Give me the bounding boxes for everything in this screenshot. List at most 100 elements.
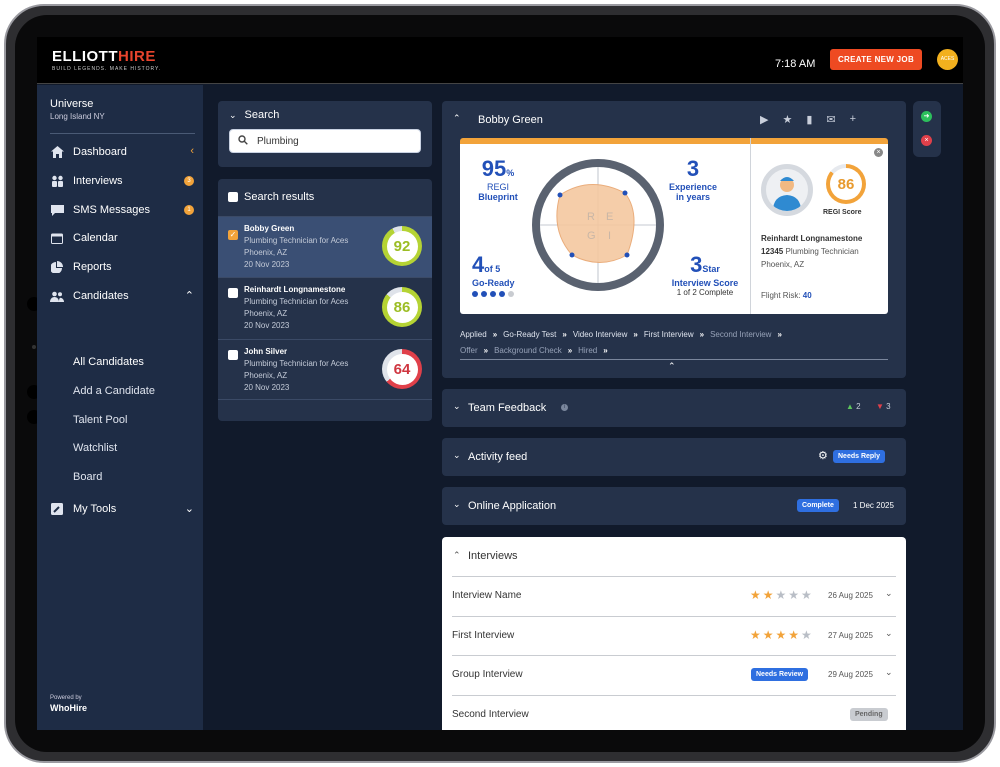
- collapse-icon[interactable]: ⌃: [668, 361, 676, 372]
- nav-calendar[interactable]: Calendar: [50, 228, 190, 248]
- chevron-down-icon[interactable]: ⌄: [885, 628, 893, 639]
- play-icon[interactable]: ▶: [760, 113, 768, 126]
- team-feedback-card[interactable]: ⌄ Team Feedback i ▲ 2 ▼ 3: [442, 389, 906, 427]
- score-ring: 64: [382, 349, 422, 389]
- online-application-card[interactable]: ⌄ Online Application Complete 1 Dec 2025: [442, 487, 906, 525]
- nav-reports[interactable]: Reports: [50, 257, 190, 277]
- org-location: Long Island NY: [50, 112, 105, 121]
- mail-icon[interactable]: ✉: [826, 113, 835, 126]
- reference-role-text: Plumbing Technician: [785, 247, 859, 256]
- chevron-up-icon[interactable]: ⌃: [453, 550, 461, 561]
- create-job-button[interactable]: CREATE NEW JOB: [830, 49, 922, 70]
- gear-icon[interactable]: ⚙: [818, 449, 828, 462]
- progress-dot: [508, 291, 514, 297]
- nav-my-tools[interactable]: My Tools ⌄: [50, 499, 194, 519]
- radar-letter: E: [606, 211, 613, 223]
- stage[interactable]: Applied: [460, 330, 487, 339]
- interviews-title: Interviews: [468, 550, 518, 562]
- regi-score-ring: 86: [826, 164, 866, 204]
- action-rail: ➜ ×: [913, 101, 941, 157]
- experience-label-2: in years: [675, 192, 711, 202]
- star-label: Interview Score: [671, 278, 739, 288]
- nav-sms[interactable]: SMS Messages 1: [50, 200, 194, 220]
- nav-label: Reports: [73, 261, 112, 273]
- avatar: [761, 164, 813, 216]
- progress-dot: [481, 291, 487, 297]
- star-sub: 1 of 2 Complete: [676, 288, 734, 297]
- goready-label: Go-Ready: [472, 278, 515, 288]
- stage[interactable]: Background Check: [494, 346, 562, 355]
- regi-score-value: 86: [830, 168, 862, 200]
- phone-icon[interactable]: ▮: [806, 113, 812, 126]
- radar-point: [622, 190, 628, 196]
- status-badge: Needs Review: [751, 668, 809, 681]
- radar-letter: R: [587, 211, 595, 223]
- interview-name: Second Interview: [452, 709, 529, 720]
- subnav-add-candidate[interactable]: Add a Candidate: [73, 385, 155, 397]
- nav-candidates[interactable]: Candidates ⌃: [50, 286, 194, 306]
- chevron-down-icon: ⌄: [453, 450, 461, 460]
- nav-interviews[interactable]: Interviews 3: [50, 171, 194, 191]
- nav-dashboard[interactable]: Dashboard ‹: [50, 142, 194, 162]
- info-icon[interactable]: i: [561, 404, 568, 411]
- search-panel: ⌄ Search Plumbing: [218, 101, 432, 167]
- subnav-watchlist[interactable]: Watchlist: [73, 442, 117, 454]
- star-rating[interactable]: ★★★★★: [750, 628, 814, 642]
- stage[interactable]: Offer: [460, 346, 478, 355]
- top-bar: ELLIOTTHIRE BUILD LEGENDS. MAKE HISTORY.…: [37, 37, 963, 84]
- interview-row[interactable]: Group Interview Needs Review 29 Aug 2025…: [452, 655, 896, 695]
- chevron-down-icon[interactable]: ⌄: [885, 667, 893, 678]
- group-icon: [50, 289, 64, 303]
- search-input[interactable]: Plumbing: [229, 129, 421, 153]
- radar-letter: I: [608, 230, 611, 242]
- interview-name: Interview Name: [452, 590, 522, 601]
- add-user-icon[interactable]: +: [850, 113, 856, 126]
- nav-label: Candidates: [73, 290, 129, 302]
- count-badge: 3: [184, 176, 194, 186]
- user-avatar[interactable]: ACES: [937, 49, 958, 70]
- result-item[interactable]: ✓ Bobby Green Plumbing Technician for Ac…: [218, 216, 432, 277]
- select-all[interactable]: Search results: [228, 191, 314, 203]
- checkbox[interactable]: [228, 347, 244, 365]
- stage[interactable]: Second Interview: [710, 330, 771, 339]
- approve-icon[interactable]: ➜: [921, 111, 932, 122]
- radar-point: [569, 252, 575, 258]
- activity-feed-card[interactable]: ⌄ Activity feed ⚙ Needs Reply: [442, 438, 906, 476]
- progress-dot: [499, 291, 505, 297]
- interview-row[interactable]: First Interview ★★★★★ 27 Aug 2025 ⌄: [452, 616, 896, 656]
- nav-label: Dashboard: [73, 146, 127, 158]
- interview-row[interactable]: Second Interview Pending: [452, 695, 896, 730]
- checkbox[interactable]: [228, 192, 238, 202]
- candidate-location: Phoenix, AZ: [244, 248, 288, 257]
- search-header[interactable]: ⌄ Search: [229, 109, 279, 121]
- reference-id: 12345: [761, 247, 784, 256]
- stage[interactable]: Video Interview: [573, 330, 628, 339]
- candidate-name: John Silver: [244, 347, 288, 356]
- calendar-icon: [50, 231, 64, 245]
- star-icon[interactable]: ★: [782, 113, 792, 126]
- subnav-all-candidates[interactable]: All Candidates: [73, 356, 144, 368]
- stage[interactable]: Hired: [578, 346, 597, 355]
- checkbox[interactable]: [228, 285, 244, 303]
- thumbs-down[interactable]: ▼ 3: [876, 402, 891, 411]
- chevron-up-icon[interactable]: ⌃: [453, 113, 461, 124]
- thumbs-up[interactable]: ▲ 2: [846, 402, 861, 411]
- subnav-talent-pool[interactable]: Talent Pool: [73, 414, 127, 426]
- checkbox-checked[interactable]: ✓: [228, 224, 244, 242]
- stage[interactable]: Go-Ready Test: [503, 330, 556, 339]
- vendor-logo: WhoHire: [50, 703, 87, 713]
- powered-by-label: Powered by: [50, 695, 82, 701]
- chevron-down-icon[interactable]: ⌄: [885, 588, 893, 599]
- org-name[interactable]: Universe: [50, 98, 93, 110]
- subnav-board[interactable]: Board: [73, 471, 102, 483]
- star-rating[interactable]: ★★★★★: [750, 588, 814, 602]
- search-title: Search: [244, 109, 280, 121]
- result-item[interactable]: Reinhardt Longnamestone Plumbing Technic…: [218, 277, 432, 338]
- brand-logo[interactable]: ELLIOTTHIRE BUILD LEGENDS. MAKE HISTORY.: [52, 48, 161, 72]
- interview-row[interactable]: Interview Name ★★★★★ 26 Aug 2025 ⌄: [452, 576, 896, 616]
- reject-icon[interactable]: ×: [921, 135, 932, 146]
- close-icon[interactable]: ×: [874, 148, 883, 157]
- result-item[interactable]: John Silver Plumbing Technician for Aces…: [218, 339, 432, 400]
- radar-shape: [556, 184, 635, 263]
- stage[interactable]: First Interview: [644, 330, 694, 339]
